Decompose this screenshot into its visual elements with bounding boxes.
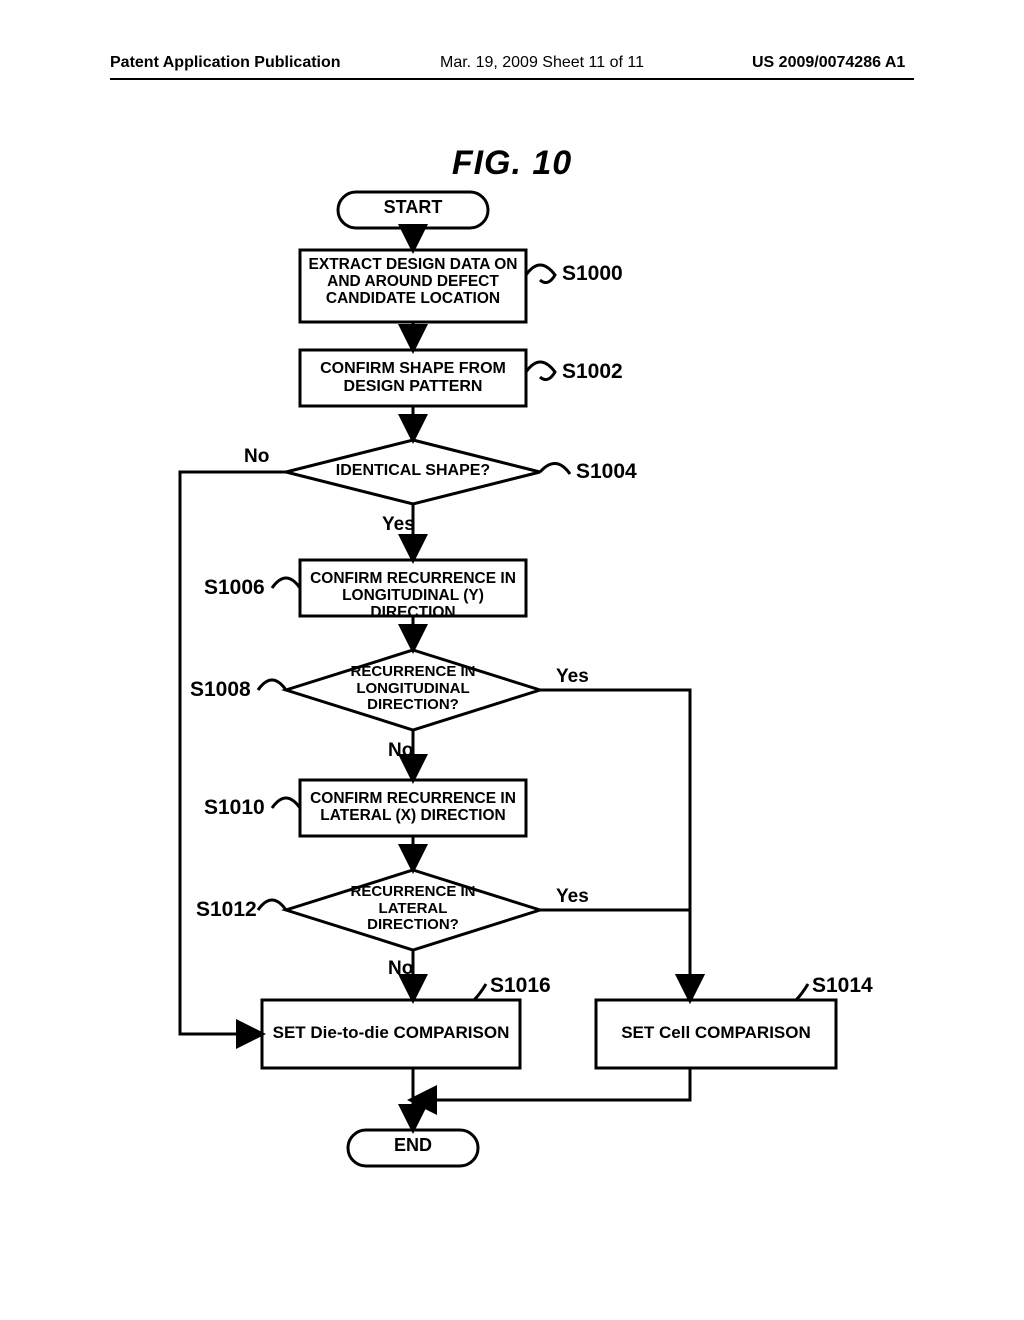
page: Patent Application Publication Mar. 19, …: [0, 0, 1024, 1320]
label-s1012: S1012: [196, 898, 257, 922]
label-s1014: S1014: [812, 974, 873, 998]
node-s1008: RECURRENCE IN LONGITUDINAL DIRECTION?: [334, 664, 492, 714]
node-s1010: CONFIRM RECURRENCE IN LATERAL (X) DIRECT…: [304, 790, 522, 824]
node-s1006: CONFIRM RECURRENCE IN LONGITUDINAL (Y) D…: [304, 570, 522, 621]
label-s1006: S1006: [204, 576, 265, 600]
label-s1002: S1002: [562, 360, 623, 384]
edge-s1004-no: No: [244, 446, 269, 468]
edge-s1012-yes: Yes: [556, 886, 589, 908]
node-s1016: SET Die-to-die COMPARISON: [262, 1024, 520, 1043]
flowchart-svg: [0, 0, 1024, 1320]
node-s1004: IDENTICAL SHAPE?: [320, 462, 506, 480]
label-s1008: S1008: [190, 678, 251, 702]
label-s1004: S1004: [576, 460, 637, 484]
edge-s1008-no: No: [388, 740, 413, 762]
node-s1000: EXTRACT DESIGN DATA ON AND AROUND DEFECT…: [304, 256, 522, 307]
node-end: END: [348, 1136, 478, 1156]
node-s1012: RECURRENCE IN LATERAL DIRECTION?: [334, 884, 492, 934]
node-s1014: SET Cell COMPARISON: [596, 1024, 836, 1043]
label-s1016: S1016: [490, 974, 551, 998]
edge-s1012-no: No: [388, 958, 413, 980]
label-s1010: S1010: [204, 796, 265, 820]
node-start: START: [338, 198, 488, 218]
edge-s1004-yes: Yes: [382, 514, 415, 536]
edge-s1008-yes: Yes: [556, 666, 589, 688]
node-s1002: CONFIRM SHAPE FROM DESIGN PATTERN: [304, 360, 522, 395]
label-s1000: S1000: [562, 262, 623, 286]
